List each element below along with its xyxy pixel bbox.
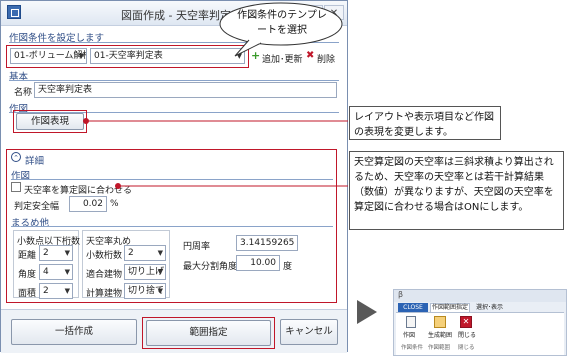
ribbon-draw-button[interactable]: 作図 [403,330,415,339]
generate-range-icon [434,316,446,328]
close-icon: ✕ [460,316,472,328]
ribbon-titlebar: β [394,290,566,302]
ribbon-panel: β CLOSE 作図範囲指定 選択･表示 作図 作図条件 生成範囲 作図範囲 ✕… [393,289,567,356]
sky-ratio-note: 天空算定図の天空率は三斜求積より算出されるため、天空率の天空率とは若干計算結果（… [349,151,564,230]
ribbon-app-mark: β [398,290,404,299]
expression-note: レイアウトや表示項目など作図の表現を変更します。 [349,106,501,140]
ribbon-group-label: 作図範囲 [428,345,451,351]
ribbon-group-label: 作図条件 [401,345,424,351]
ribbon-close-button[interactable]: 閉じる [458,330,476,339]
ribbon-group-label: 閉じる [458,345,475,351]
arrow-right-icon [357,300,377,324]
leader-dot [115,183,121,189]
leader-dot [83,118,89,124]
draw-icon [406,316,416,328]
ribbon-generate-range-button[interactable]: 生成範囲 [428,330,452,339]
ribbon-tab-select[interactable]: 選択･表示 [476,303,503,312]
ribbon-tab-close[interactable]: CLOSE [398,303,428,312]
ribbon-tab-range[interactable]: 作図範囲指定 [430,303,470,312]
